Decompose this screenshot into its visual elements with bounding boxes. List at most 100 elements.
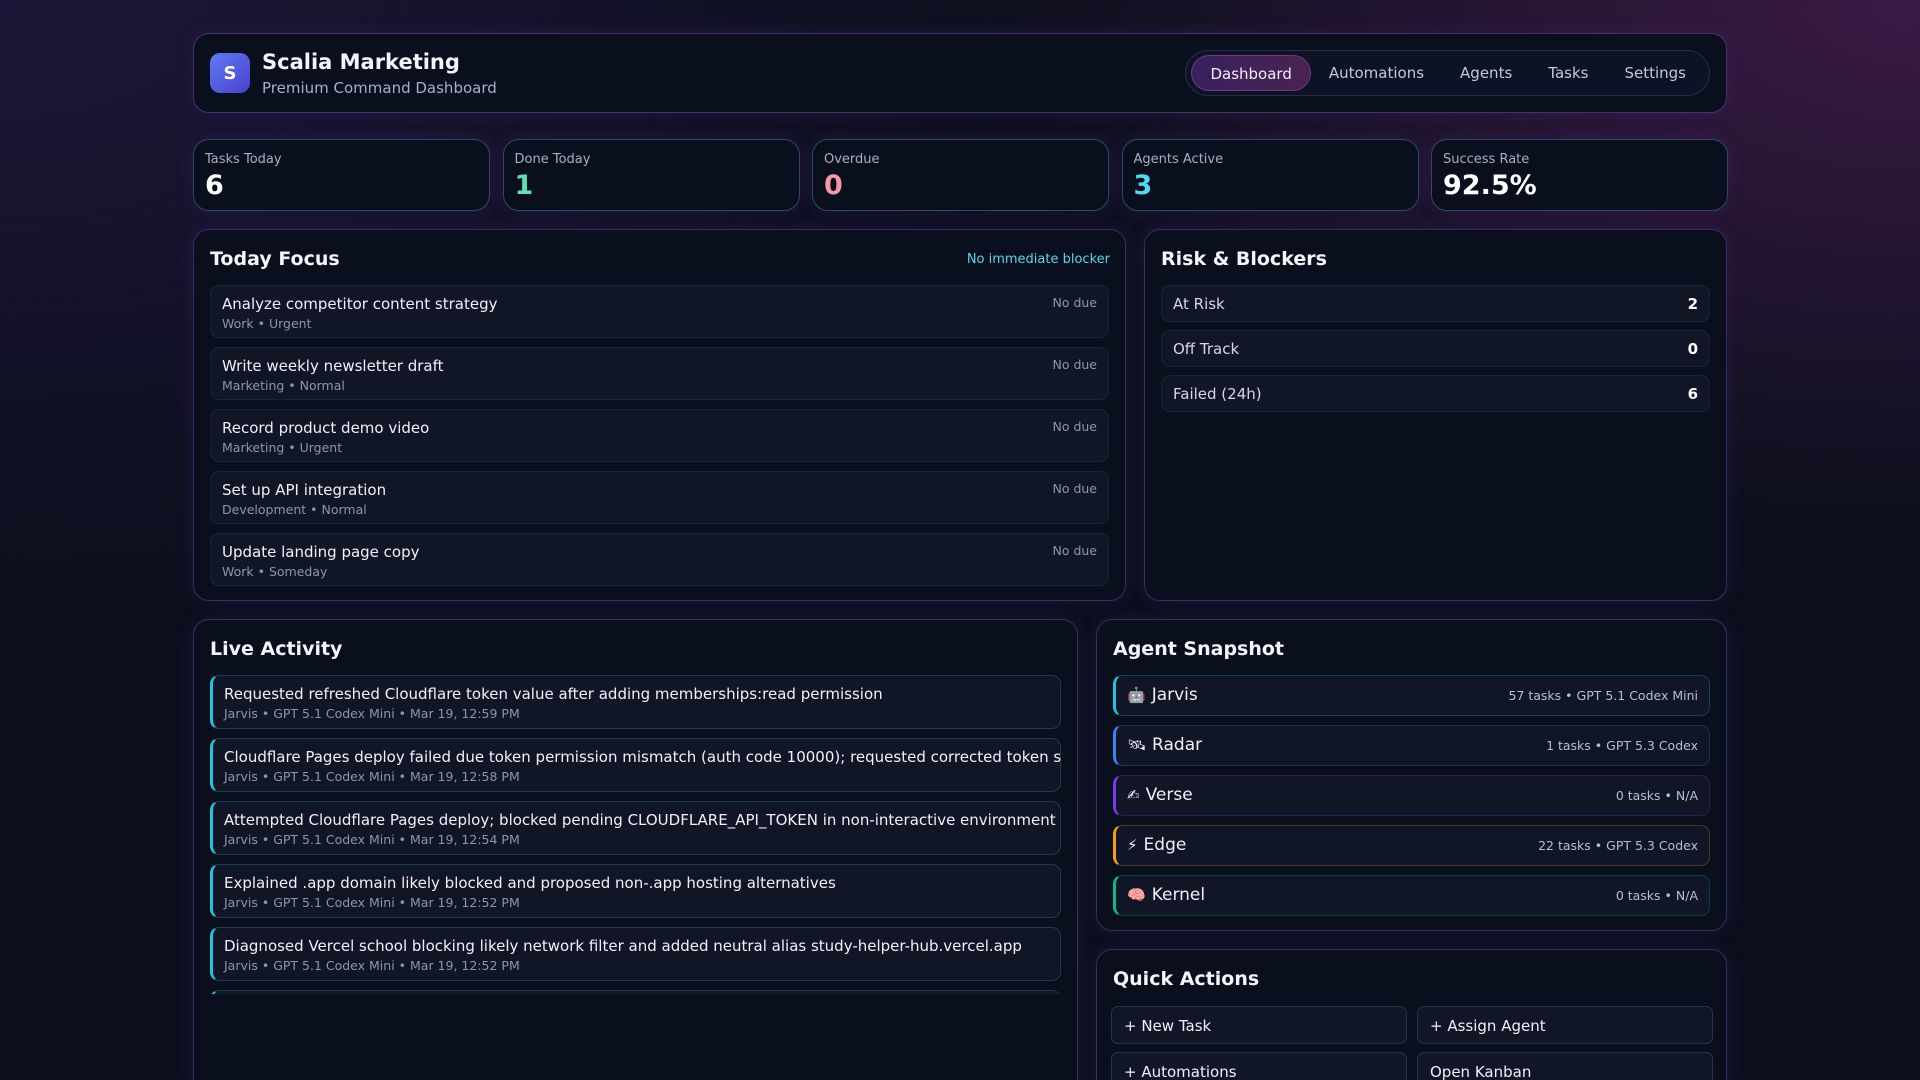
agent-name-label: Kernel [1151, 885, 1206, 905]
activity-item[interactable] [210, 990, 1061, 994]
agent-name-label: Verse [1145, 785, 1193, 805]
app-title: Scalia Marketing [262, 50, 460, 74]
activity-item[interactable]: Explained .app domain likely blocked and… [210, 864, 1061, 918]
agent-row[interactable]: 🛰 Radar 1 tasks • GPT 5.3 Codex [1113, 725, 1710, 766]
task-meta: Work • Someday [222, 564, 328, 579]
agent-icon: ⚡ [1127, 836, 1138, 854]
panel-title: Live Activity [210, 638, 343, 660]
agent-name-label: Edge [1143, 835, 1187, 855]
task-title: Write weekly newsletter draft [222, 357, 444, 375]
stat-label: Agents Active [1133, 152, 1224, 167]
stat-card: Success Rate 92.5% [1431, 139, 1728, 211]
risk-count: 0 [1687, 340, 1698, 358]
focus-task-item[interactable]: Update landing page copy Work • Someday No… [210, 533, 1109, 586]
stat-value: 6 [205, 170, 224, 201]
activity-meta: Jarvis • GPT 5.1 Codex Mini • Mar 19, 12… [224, 769, 520, 784]
stat-value: 0 [824, 170, 843, 201]
agent-name: ✍ Verse [1127, 785, 1193, 805]
activity-item[interactable]: Attempted Cloudflare Pages deploy; block… [210, 801, 1061, 855]
agent-name-label: Jarvis [1151, 685, 1198, 705]
assign-agent-button[interactable]: + Assign Agent [1417, 1006, 1713, 1044]
agent-icon: 🤖 [1127, 686, 1146, 704]
agent-name-label: Radar [1152, 735, 1203, 755]
task-meta: Work • Urgent [222, 316, 312, 331]
task-title: Record product demo video [222, 419, 430, 437]
stat-value: 92.5% [1443, 170, 1537, 201]
risk-label: Failed (24h) [1173, 385, 1262, 403]
task-due: No due [1052, 419, 1097, 434]
agent-icon: 🛰 [1127, 736, 1147, 754]
task-meta: Marketing • Normal [222, 378, 345, 393]
panel-title: Quick Actions [1113, 968, 1260, 990]
activity-meta: Jarvis • GPT 5.1 Codex Mini • Mar 19, 12… [224, 706, 520, 721]
focus-task-item[interactable]: Write weekly newsletter draft Marketing •… [210, 347, 1109, 400]
activity-title: Explained .app domain likely blocked and… [224, 874, 836, 892]
risk-panel: Risk & Blockers At Risk 2 Off Track 0 Failed… [1144, 229, 1727, 601]
live-activity-panel: Live Activity Requested refreshed Cloudf… [193, 619, 1078, 1080]
activity-title: Requested refreshed Cloudflare token val… [224, 685, 883, 703]
task-due: No due [1052, 481, 1097, 496]
task-title: Update landing page copy [222, 543, 420, 561]
main-nav: Dashboard Automations Agents Tasks Setti… [1185, 50, 1710, 96]
activity-title: Diagnosed Vercel school blocking likely … [224, 937, 1022, 955]
agent-row[interactable]: 🧠 Kernel 0 tasks • N/A [1113, 875, 1710, 916]
activity-item[interactable]: Diagnosed Vercel school blocking likely … [210, 927, 1061, 981]
task-due: No due [1052, 357, 1097, 372]
nav-tasks[interactable]: Tasks [1530, 55, 1606, 91]
risk-row[interactable]: At Risk 2 [1161, 285, 1710, 322]
stat-label: Done Today [514, 152, 591, 167]
agent-meta: 1 tasks • GPT 5.3 Codex [1546, 738, 1698, 753]
agent-row[interactable]: ⚡ Edge 22 tasks • GPT 5.3 Codex [1113, 825, 1710, 866]
risk-row[interactable]: Failed (24h) 6 [1161, 375, 1710, 412]
task-meta: Marketing • Urgent [222, 440, 343, 455]
agent-meta: 0 tasks • N/A [1615, 888, 1698, 903]
agent-meta: 22 tasks • GPT 5.3 Codex [1538, 838, 1698, 853]
panel-title: Today Focus [210, 248, 340, 270]
agent-icon: ✍ [1127, 786, 1140, 804]
focus-task-item[interactable]: Record product demo video Marketing • Urg… [210, 409, 1109, 462]
agent-name: 🛰 Radar [1127, 735, 1202, 755]
stat-card: Done Today 1 [502, 139, 800, 211]
panel-title: Agent Snapshot [1113, 638, 1285, 660]
agent-row[interactable]: ✍ Verse 0 tasks • N/A [1113, 775, 1710, 816]
app-header: S Scalia Marketing Premium Command Dashb… [193, 33, 1727, 113]
agent-icon: 🧠 [1127, 886, 1146, 904]
nav-agents[interactable]: Agents [1442, 55, 1530, 91]
risk-count: 6 [1687, 385, 1698, 403]
blocker-status: No immediate blocker [966, 252, 1110, 267]
panel-title: Risk & Blockers [1161, 248, 1327, 270]
agent-snapshot-panel: Agent Snapshot 🤖 Jarvis 57 tasks • GPT 5.1… [1096, 619, 1727, 931]
stat-value: 1 [514, 170, 534, 201]
activity-meta: Jarvis • GPT 5.1 Codex Mini • Mar 19, 12… [224, 895, 520, 910]
risk-label: Off Track [1173, 340, 1240, 358]
agent-row[interactable]: 🤖 Jarvis 57 tasks • GPT 5.1 Codex Mini [1113, 675, 1710, 716]
risk-row[interactable]: Off Track 0 [1161, 330, 1710, 367]
activity-meta: Jarvis • GPT 5.1 Codex Mini • Mar 19, 12… [224, 958, 520, 973]
stat-value: 3 [1133, 170, 1153, 201]
focus-task-item[interactable]: Set up API integration Development • Norm… [210, 471, 1109, 524]
agent-name: 🤖 Jarvis [1127, 685, 1198, 705]
nav-automations[interactable]: Automations [1311, 55, 1442, 91]
agent-meta: 0 tasks • N/A [1615, 788, 1698, 803]
agent-meta: 57 tasks • GPT 5.1 Codex Mini [1508, 688, 1698, 703]
stat-card: Agents Active 3 [1121, 139, 1419, 211]
new-task-button[interactable]: + New Task [1111, 1006, 1407, 1044]
today-focus-panel: Today Focus No immediate blocker Analyze… [193, 229, 1126, 601]
risk-label: At Risk [1173, 295, 1225, 313]
activity-title: Cloudflare Pages deploy failed due token… [224, 748, 1061, 766]
task-title: Analyze competitor content strategy [222, 295, 498, 313]
nav-settings[interactable]: Settings [1606, 55, 1704, 91]
automations-button[interactable]: + Automations [1111, 1052, 1407, 1080]
focus-task-item[interactable]: Analyze competitor content strategy Work … [210, 285, 1109, 338]
activity-item[interactable]: Requested refreshed Cloudflare token val… [210, 675, 1061, 729]
activity-title: Attempted Cloudflare Pages deploy; block… [224, 811, 1056, 829]
open-kanban-button[interactable]: Open Kanban [1417, 1052, 1713, 1080]
risk-count: 2 [1687, 295, 1698, 313]
quick-actions-panel: Quick Actions + New Task + Assign Agent … [1096, 949, 1727, 1080]
stat-label: Overdue [824, 152, 880, 167]
task-title: Set up API integration [222, 481, 387, 499]
activity-item[interactable]: Cloudflare Pages deploy failed due token… [210, 738, 1061, 792]
nav-dashboard[interactable]: Dashboard [1191, 55, 1311, 91]
stat-label: Success Rate [1443, 152, 1530, 167]
stat-label: Tasks Today [205, 152, 282, 167]
